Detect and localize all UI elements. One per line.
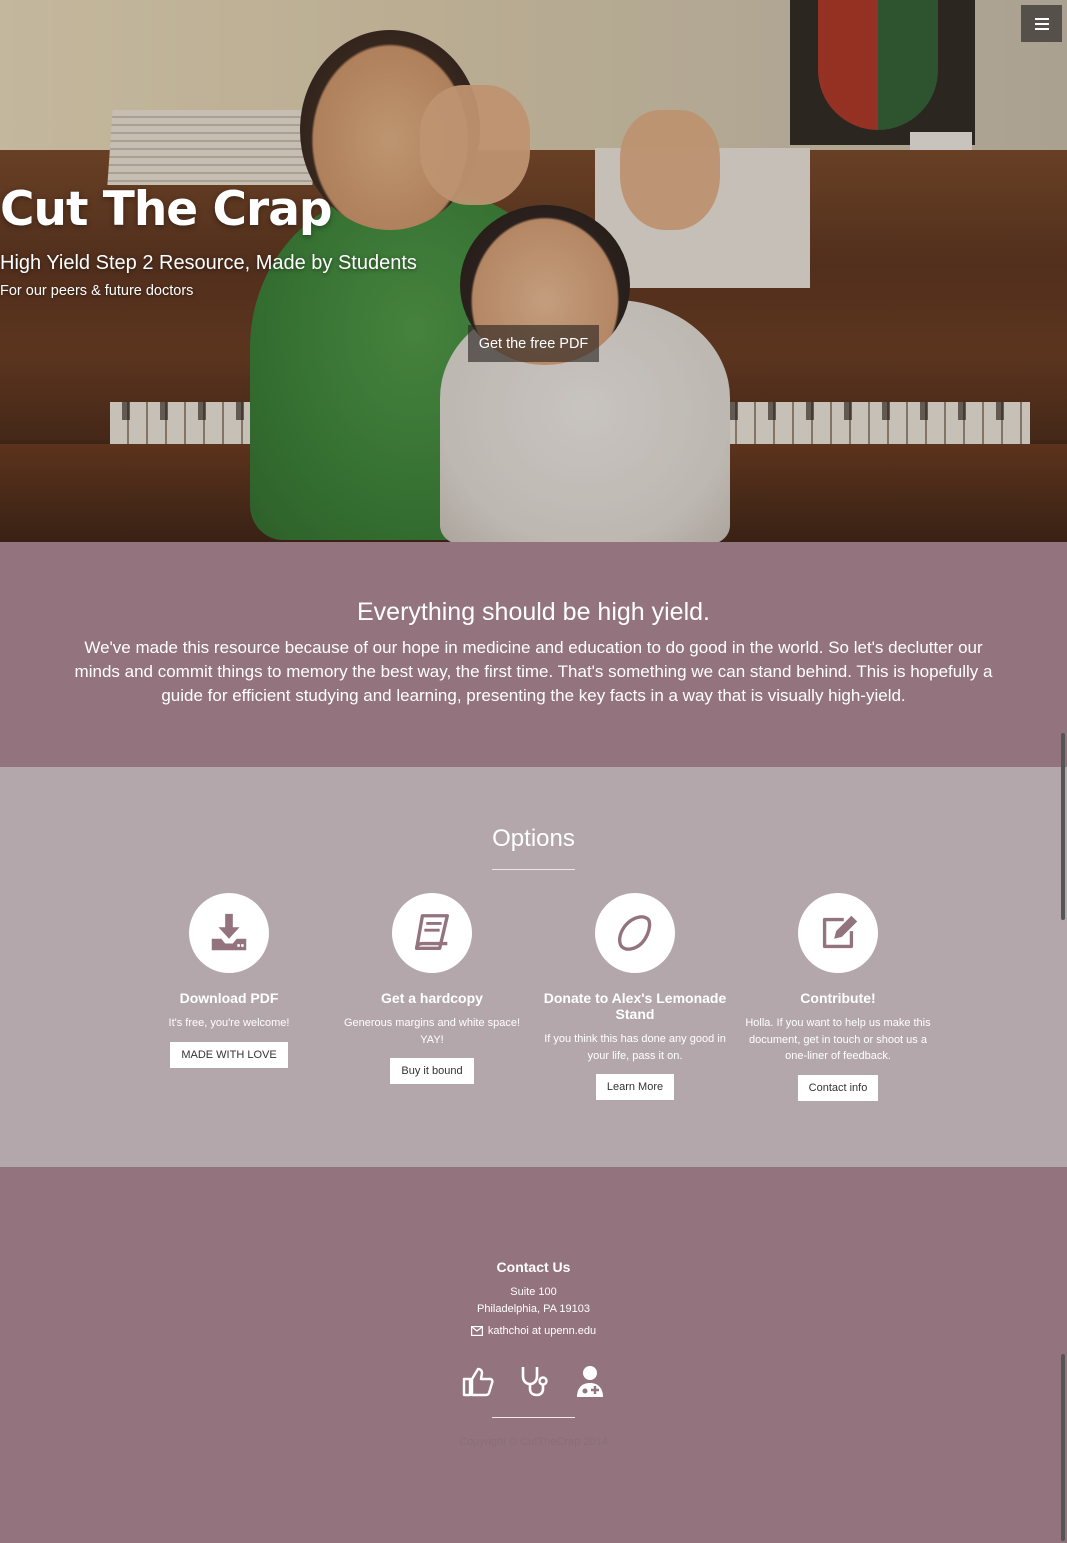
option-text: If you think this has done any good in y… [544, 1033, 726, 1062]
scrollbar-thumb[interactable] [1061, 733, 1065, 920]
buy-it-bound-button[interactable]: Buy it bound [390, 1058, 474, 1084]
social-links [0, 1364, 1067, 1403]
option-donate: Donate to Alex's Lemonade Stand If you t… [540, 893, 730, 1100]
thumbs-up-icon [462, 1367, 494, 1397]
hero-section: Cut The Crap High Yield Step 2 Resource,… [0, 0, 1067, 542]
option-title: Download PDF [179, 990, 279, 1006]
learn-more-button[interactable]: Learn More [595, 1074, 675, 1100]
address: Suite 100 Philadelphia, PA 19103 [0, 1284, 1067, 1318]
address-line-2: Philadelphia, PA 19103 [477, 1303, 590, 1315]
get-free-pdf-button[interactable]: Get the free PDF [468, 325, 599, 362]
contact-heading: Contact Us [496, 1259, 571, 1275]
hero-title: Cut The Crap [0, 182, 333, 237]
intro-heading: Everything should be high yield. [356, 598, 710, 626]
footer-divider [492, 1417, 575, 1418]
option-hardcopy: Get a hardcopy Generous margins and whit… [337, 893, 527, 1084]
copyright: Copyright © CutTheCrap 2014 [459, 1436, 608, 1448]
email-text: kathchoi at upenn.edu [487, 1325, 597, 1337]
thumbs-up-link[interactable] [461, 1364, 495, 1403]
contact-info-button[interactable]: Contact info [797, 1074, 879, 1101]
options-heading: Options [492, 825, 575, 852]
footer-section: Contact Us Suite 100 Philadelphia, PA 19… [0, 1167, 1067, 1543]
hero-tagline: For our peers & future doctors [0, 283, 194, 299]
option-title: Contribute! [800, 990, 876, 1006]
lemon-icon [617, 915, 652, 951]
hamburger-icon [1034, 17, 1049, 30]
option-title: Get a hardcopy [381, 990, 483, 1006]
options-section: Options Download PDF It's free, you're w… [0, 767, 1067, 1167]
option-contribute: Contribute! Holla. If you want to help u… [743, 893, 933, 1101]
menu-toggle-button[interactable] [1021, 5, 1062, 42]
book-icon [414, 914, 450, 951]
doctor-link[interactable] [573, 1364, 607, 1403]
download-icon [211, 913, 247, 951]
hero-subtitle: High Yield Step 2 Resource, Made by Stud… [0, 252, 417, 274]
option-download-pdf: Download PDF It's free, you're welcome! … [134, 893, 324, 1068]
options-divider [492, 869, 575, 870]
option-title: Donate to Alex's Lemonade Stand [543, 990, 727, 1022]
stethoscope-link[interactable] [517, 1364, 551, 1403]
edit-icon [822, 915, 858, 949]
user-doctor-icon [576, 1366, 603, 1397]
envelope-icon [470, 1326, 483, 1336]
stethoscope-icon [521, 1367, 548, 1397]
email-link[interactable]: kathchoi at upenn.edu [0, 1325, 1067, 1337]
option-text: Holla. If you want to help us make this … [745, 1017, 931, 1062]
address-line-1: Suite 100 [510, 1286, 557, 1298]
scrollbar-thumb[interactable] [1061, 1354, 1065, 1541]
option-text: It's free, you're welcome! [168, 1017, 290, 1029]
intro-body: We've made this resource because of our … [74, 638, 993, 705]
made-with-love-button[interactable]: MADE WITH LOVE [170, 1041, 288, 1068]
option-text: Generous margins and white space! YAY! [343, 1017, 521, 1046]
intro-section: Everything should be high yield. We've m… [0, 542, 1067, 767]
